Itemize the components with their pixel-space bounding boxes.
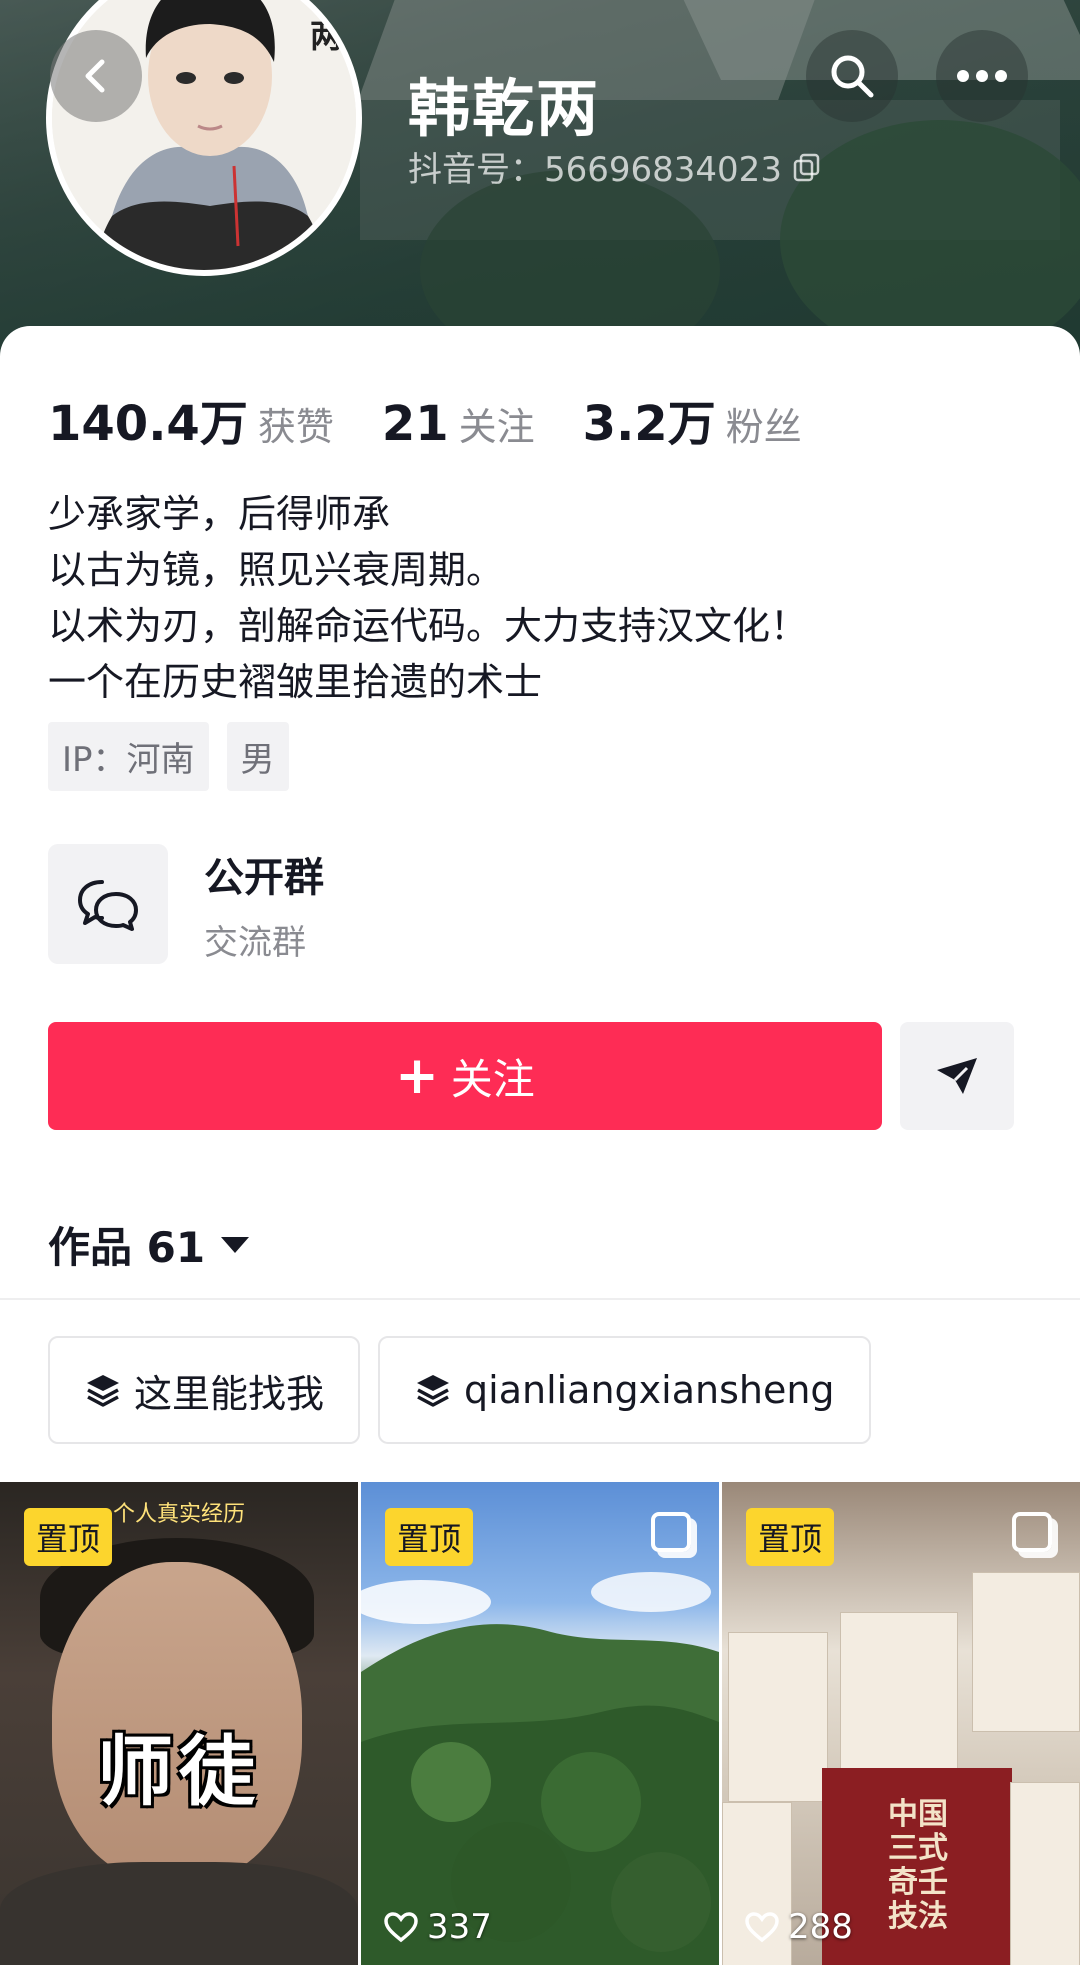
video-thumbnail[interactable]: 中国三式奇壬技法 置顶 288 <box>722 1482 1080 1965</box>
like-count: 337 <box>383 1907 492 1947</box>
douyin-id: 抖音号：56696834023 <box>408 150 782 190</box>
like-count-value: 337 <box>427 1907 492 1947</box>
multi-image-icon <box>1012 1512 1052 1552</box>
works-tab[interactable]: 作品 61 <box>48 1214 250 1275</box>
stat-value: 140.4万 <box>48 396 248 452</box>
group-title: 公开群 <box>204 854 324 901</box>
caret-down-icon <box>221 1236 250 1253</box>
profile-bio: 少承家学，后得师承 以古为镜，照见兴衰周期。 以术为刃，剖解命运代码。大力支持汉… <box>48 486 808 710</box>
more-dots-icon <box>957 70 1007 82</box>
stack-icon <box>87 1375 119 1407</box>
profile-tags: IP：河南 男 <box>48 722 289 791</box>
stat-value: 3.2万 <box>582 396 716 452</box>
follow-button[interactable]: + 关注 <box>48 1022 882 1130</box>
send-icon <box>937 1058 977 1094</box>
stack-icon <box>417 1375 450 1407</box>
public-group-card[interactable]: 公开群 交流群 <box>48 844 324 964</box>
heart-icon <box>384 1912 418 1943</box>
pinned-badge: 置顶 <box>746 1508 835 1566</box>
gender-tag: 男 <box>226 722 289 791</box>
video-thumbnail[interactable]: 置顶 337 <box>361 1482 719 1965</box>
like-count: 288 <box>744 1907 853 1947</box>
chip-label: qianliangxiansheng <box>464 1368 835 1412</box>
stat-likes: 140.4万 获赞 <box>48 384 334 454</box>
bio-line: 少承家学，后得师承 <box>48 492 391 536</box>
group-icon-box <box>48 844 168 964</box>
pinned-badge: 置顶 <box>24 1508 113 1566</box>
video-grid: 个人真实经历 师徒 置顶 置顶 337 中国三式奇壬技法 置顶 288 <box>0 1482 1080 1965</box>
chat-bubbles-icon <box>78 880 138 931</box>
stat-following[interactable]: 21 关注 <box>382 396 535 452</box>
profile-stats: 140.4万 获赞 21 关注 3.2万 粉丝 <box>48 384 850 454</box>
chip-collection[interactable]: qianliangxiansheng <box>378 1336 871 1444</box>
follow-label: 关注 <box>450 1054 535 1104</box>
douyin-id-row: 抖音号：56696834023 <box>408 142 822 191</box>
heart-icon <box>745 1912 779 1943</box>
chevron-left-icon <box>85 59 105 93</box>
collection-chips: 这里能找我 qianliangxiansheng <box>48 1336 871 1444</box>
send-message-button[interactable] <box>900 1022 1014 1130</box>
stat-value: 21 <box>381 396 449 452</box>
stat-label: 获赞 <box>257 405 334 449</box>
search-icon <box>831 55 874 98</box>
stat-followers[interactable]: 3.2万 粉丝 <box>583 384 802 454</box>
group-subtitle: 交流群 <box>204 922 306 963</box>
plus-icon: + <box>395 1046 439 1106</box>
video-thumbnail[interactable]: 个人真实经历 师徒 置顶 <box>0 1482 358 1965</box>
book-title: 中国三式奇壬技法 <box>888 1797 948 1934</box>
stat-label: 关注 <box>458 405 535 449</box>
divider <box>0 1298 1080 1300</box>
ip-location-tag: IP：河南 <box>48 722 209 791</box>
copy-icon[interactable] <box>792 152 822 182</box>
avatar-calligraphy: 乾两 <box>310 0 343 55</box>
bio-line: 以古为镜，照见兴衰周期。 <box>48 548 505 592</box>
chip-find-me[interactable]: 这里能找我 <box>48 1336 361 1444</box>
thumbnail-title: 师徒 <box>97 1727 261 1816</box>
bio-line: 以术为刃，剖解命运代码。大力支持汉文化！ <box>48 604 809 648</box>
like-count-value: 288 <box>788 1907 853 1947</box>
more-button[interactable] <box>936 30 1028 122</box>
multi-image-icon <box>651 1512 691 1552</box>
chip-label: 这里能找我 <box>134 1371 325 1416</box>
pinned-badge: 置顶 <box>385 1508 474 1566</box>
search-button[interactable] <box>806 30 898 122</box>
profile-nickname: 韩乾两 <box>408 72 601 145</box>
stat-label: 粉丝 <box>725 405 802 449</box>
back-button[interactable] <box>50 30 142 122</box>
bio-line: 一个在历史褶皱里拾遗的术士 <box>48 660 543 704</box>
works-label: 作品 61 <box>48 1223 206 1272</box>
